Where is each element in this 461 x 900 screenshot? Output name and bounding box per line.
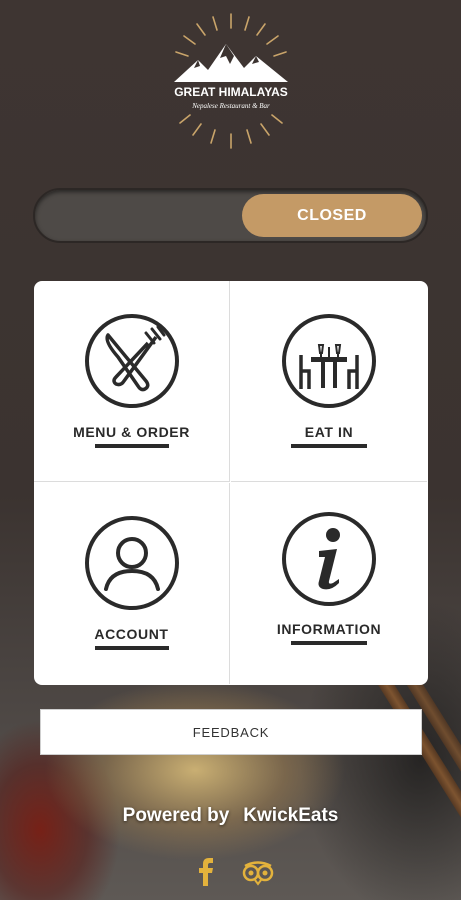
toggle-knob[interactable]: CLOSED <box>242 194 422 237</box>
fork-knife-icon <box>84 314 179 408</box>
tile-underline <box>94 646 169 650</box>
person-icon <box>84 516 179 610</box>
tile-underline <box>291 641 367 645</box>
powered-by-label: Powered by <box>122 805 230 826</box>
open-closed-toggle[interactable]: CLOSED <box>33 188 428 243</box>
tile-label: EAT IN <box>304 424 354 440</box>
status-label: CLOSED <box>297 206 367 224</box>
dining-table-icon <box>282 314 376 408</box>
tripadvisor-icon[interactable] <box>241 856 275 886</box>
tile-label: ACCOUNT <box>94 626 169 642</box>
restaurant-logo: GREAT HIMALAYAS Nepalese Restaurant & Ba… <box>174 13 288 149</box>
tile-account[interactable]: ACCOUNT <box>34 483 230 684</box>
tile-eat-in[interactable]: EAT IN <box>231 281 427 482</box>
feedback-label: FEEDBACK <box>192 724 270 740</box>
provider-name: KwickEats <box>243 805 339 826</box>
info-icon <box>282 512 376 606</box>
powered-by-text: Powered by KwickEats <box>0 805 461 827</box>
main-menu-grid: MENU & ORDER EAT IN ACCOUNT INFORMATION <box>34 281 428 685</box>
brand-name: GREAT HIMALAYAS <box>174 85 288 99</box>
tile-underline <box>291 444 367 448</box>
feedback-button[interactable]: FEEDBACK <box>40 709 422 755</box>
tile-menu-order[interactable]: MENU & ORDER <box>34 281 230 482</box>
tile-underline <box>94 444 169 448</box>
brand-tagline: Nepalese Restaurant & Bar <box>191 102 270 110</box>
tile-label: MENU & ORDER <box>73 424 190 440</box>
facebook-icon[interactable] <box>196 856 216 886</box>
tile-information[interactable]: INFORMATION <box>231 483 427 684</box>
tile-label: INFORMATION <box>276 621 382 637</box>
